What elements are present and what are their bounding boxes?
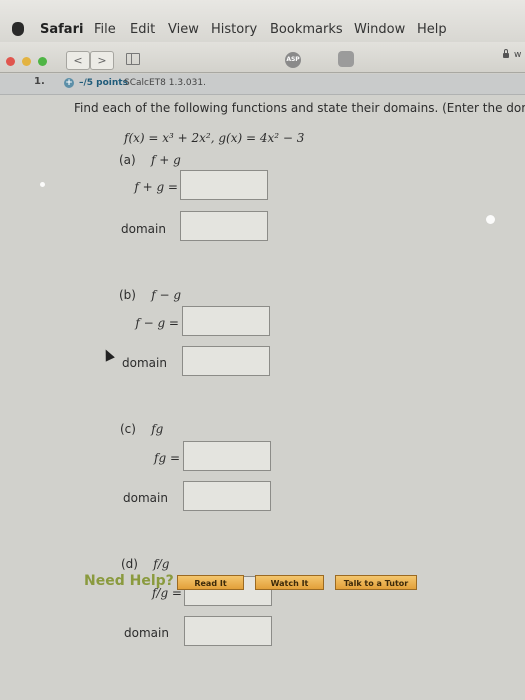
question-header: 1. + –/5 points SCalcET8 1.3.031. bbox=[0, 74, 525, 95]
close-window-button[interactable] bbox=[6, 57, 15, 66]
extension-icon[interactable] bbox=[338, 51, 354, 67]
part-b-domain-label: domain bbox=[122, 356, 167, 370]
menu-file[interactable]: File bbox=[94, 22, 116, 37]
read-it-button[interactable]: Read It bbox=[177, 575, 244, 590]
part-d-domain-input[interactable] bbox=[184, 616, 272, 646]
part-c-answer-input[interactable] bbox=[183, 441, 271, 471]
forward-button[interactable]: > bbox=[90, 51, 114, 70]
browser-toolbar: < > bbox=[0, 42, 525, 73]
menu-edit[interactable]: Edit bbox=[130, 22, 155, 37]
url-fragment[interactable]: w bbox=[514, 50, 521, 60]
question-points: –/5 points bbox=[79, 78, 128, 88]
menu-history[interactable]: History bbox=[211, 22, 257, 37]
part-c-answer-label: fg = bbox=[154, 451, 180, 465]
part-d-label: (d) bbox=[121, 557, 138, 571]
question-body: Find each of the following functions and… bbox=[0, 95, 525, 700]
back-button[interactable]: < bbox=[66, 51, 90, 70]
part-c-heading: (c) fg bbox=[120, 422, 163, 436]
part-a-heading: (a) f + g bbox=[119, 153, 181, 167]
question-instructions: Find each of the following functions and… bbox=[74, 101, 525, 115]
glare-spot bbox=[40, 182, 45, 187]
menu-view[interactable]: View bbox=[168, 22, 199, 37]
part-a-expression: f + g bbox=[150, 153, 181, 167]
minimize-window-button[interactable] bbox=[22, 57, 31, 66]
function-definitions: f(x) = x³ + 2x², g(x) = 4x² − 3 bbox=[124, 131, 305, 145]
part-b-label: (b) bbox=[119, 288, 136, 302]
part-d-domain-label: domain bbox=[124, 626, 169, 640]
part-a-answer-input[interactable] bbox=[180, 170, 268, 200]
lock-icon bbox=[503, 49, 509, 58]
part-b-answer-label: f − g = bbox=[135, 316, 179, 330]
zoom-window-button[interactable] bbox=[38, 57, 47, 66]
menu-help[interactable]: Help bbox=[417, 22, 447, 37]
part-a-answer-label: f + g = bbox=[134, 180, 178, 194]
asp-extension-icon[interactable]: ASP bbox=[285, 52, 301, 68]
question-number: 1. bbox=[34, 76, 45, 87]
part-c-domain-input[interactable] bbox=[183, 481, 271, 511]
watch-it-button[interactable]: Watch It bbox=[255, 575, 324, 590]
part-d-heading: (d) f/g bbox=[121, 557, 169, 571]
part-d-expression: f/g bbox=[153, 557, 170, 571]
part-b-answer-input[interactable] bbox=[182, 306, 270, 336]
menu-safari[interactable]: Safari bbox=[40, 22, 83, 37]
part-a-label: (a) bbox=[119, 153, 136, 167]
apple-icon[interactable] bbox=[12, 22, 24, 36]
mouse-cursor-icon bbox=[101, 347, 115, 362]
sidebar-icon[interactable] bbox=[126, 53, 140, 65]
menu-bookmarks[interactable]: Bookmarks bbox=[270, 22, 343, 37]
talk-to-tutor-button[interactable]: Talk to a Tutor bbox=[335, 575, 417, 590]
need-help-title: Need Help? bbox=[84, 573, 174, 589]
part-a-domain-label: domain bbox=[121, 222, 166, 236]
part-c-expression: fg bbox=[151, 422, 164, 436]
glare-spot bbox=[486, 215, 495, 224]
part-c-domain-label: domain bbox=[123, 491, 168, 505]
menu-window[interactable]: Window bbox=[354, 22, 405, 37]
part-b-heading: (b) f − g bbox=[119, 288, 181, 302]
expand-icon[interactable]: + bbox=[64, 78, 74, 88]
part-c-label: (c) bbox=[120, 422, 136, 436]
part-b-domain-input[interactable] bbox=[182, 346, 270, 376]
question-source: SCalcET8 1.3.031. bbox=[124, 78, 206, 88]
part-b-expression: f − g bbox=[151, 288, 182, 302]
menu-bar: Safari File Edit View History Bookmarks … bbox=[0, 0, 525, 43]
part-a-domain-input[interactable] bbox=[180, 211, 268, 241]
